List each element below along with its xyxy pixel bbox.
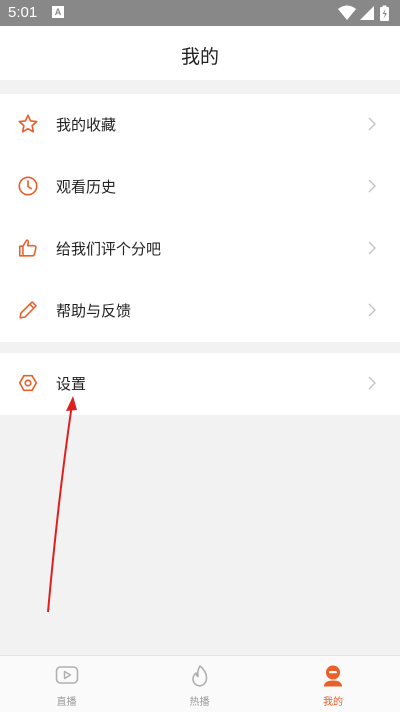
settings-icon xyxy=(18,374,38,392)
menu-item-help-feedback[interactable]: 帮助与反馈 xyxy=(0,280,400,342)
chevron-right-icon xyxy=(368,179,376,193)
clock-icon xyxy=(18,176,38,196)
tab-hot[interactable]: 热播 xyxy=(133,656,266,712)
battery-icon xyxy=(380,5,389,21)
tab-live[interactable]: 直播 xyxy=(0,656,133,712)
tab-label: 我的 xyxy=(323,697,343,708)
chevron-right-icon xyxy=(368,376,376,390)
chevron-right-icon xyxy=(368,303,376,317)
menu-group-main: 我的收藏 观看历史 给我们评个分吧 帮助与反馈 xyxy=(0,94,400,342)
bottom-tab-bar: 直播 热播 我的 xyxy=(0,655,400,712)
tab-label: 热播 xyxy=(189,697,210,708)
status-time: 5:01 xyxy=(8,4,38,21)
person-icon xyxy=(324,665,342,687)
menu-item-label: 帮助与反馈 xyxy=(56,302,132,320)
wifi-icon xyxy=(338,5,356,20)
menu-item-label: 观看历史 xyxy=(56,178,117,196)
signal-icon xyxy=(360,6,374,20)
menu-item-label: 设置 xyxy=(56,375,87,393)
menu-item-favorites[interactable]: 我的收藏 xyxy=(0,94,400,156)
menu-group-settings: 设置 xyxy=(0,353,400,415)
menu-item-label: 我的收藏 xyxy=(56,116,117,134)
tab-label: 直播 xyxy=(56,697,77,708)
menu-item-settings[interactable]: 设置 xyxy=(0,353,400,415)
chevron-right-icon xyxy=(368,117,376,131)
menu-item-label: 给我们评个分吧 xyxy=(56,240,162,258)
page-header: 我的 xyxy=(0,26,400,80)
status-bar: 5:01 A xyxy=(0,0,400,26)
tab-mine[interactable]: 我的 xyxy=(266,656,400,712)
star-icon xyxy=(18,114,38,133)
status-icons xyxy=(336,4,392,26)
thumbs-up-icon xyxy=(18,239,37,257)
page-title: 我的 xyxy=(180,46,219,68)
notification-icon: A xyxy=(52,6,64,18)
chevron-right-icon xyxy=(368,241,376,255)
play-icon xyxy=(55,666,79,684)
menu-item-history[interactable]: 观看历史 xyxy=(0,156,400,218)
pencil-icon xyxy=(19,301,37,319)
menu-item-rate-us[interactable]: 给我们评个分吧 xyxy=(0,218,400,280)
flame-icon xyxy=(192,665,208,687)
